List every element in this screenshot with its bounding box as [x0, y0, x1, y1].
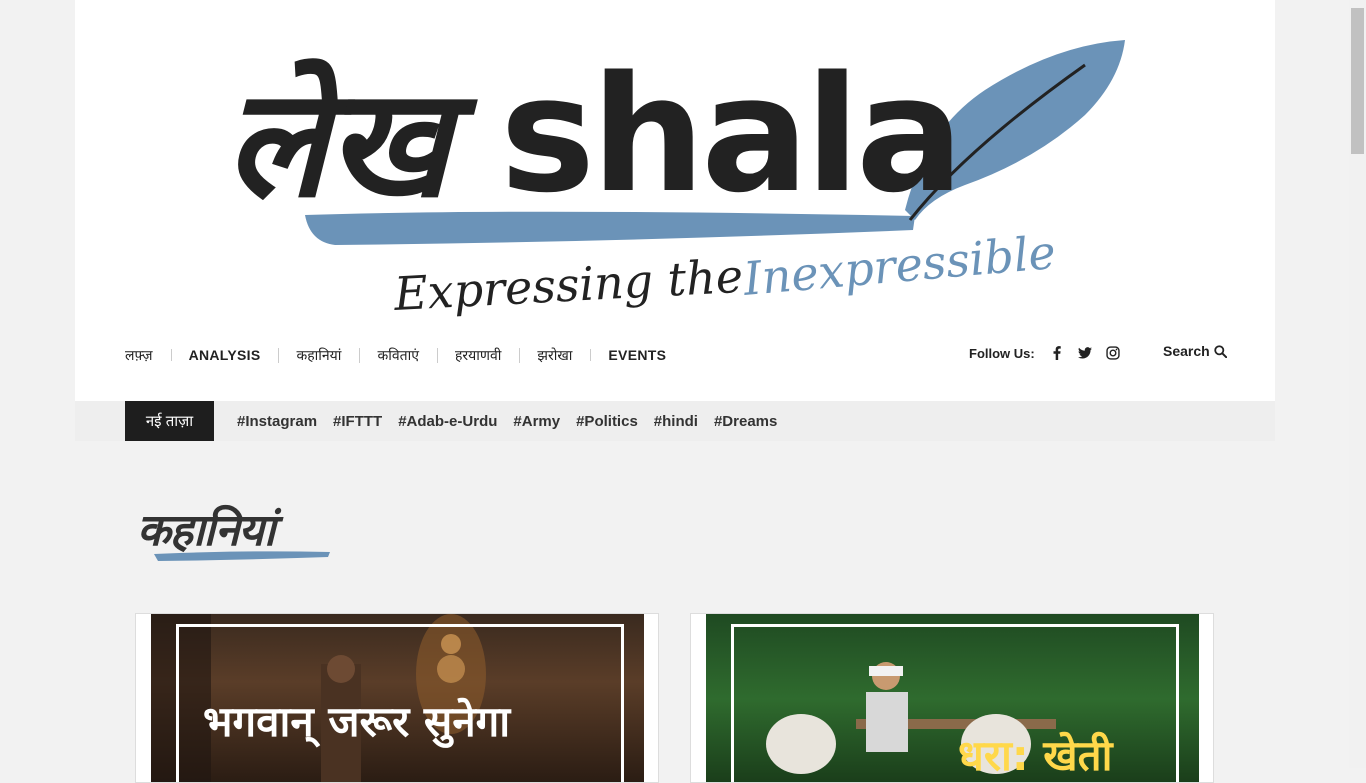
trending-label: नई ताज़ा: [125, 401, 214, 441]
site-logo[interactable]: लेख shala Expressing the Inexpressible: [225, 20, 1135, 330]
svg-text:shala: shala: [500, 41, 960, 228]
tag-link[interactable]: #Dreams: [714, 413, 777, 430]
page-container: लेख shala Expressing the Inexpressible ल…: [75, 0, 1275, 441]
facebook-icon[interactable]: [1047, 343, 1067, 363]
tag-link[interactable]: #hindi: [654, 413, 698, 430]
logo-graphic: लेख shala Expressing the Inexpressible: [225, 40, 1125, 321]
nav-item-haryanvi[interactable]: हरयाणवी: [436, 346, 519, 365]
follow-us: Follow Us:: [969, 343, 1127, 363]
trending-tags: #Instagram #IFTTT #Adab-e-Urdu #Army #Po…: [237, 401, 793, 441]
search-label: Search: [1163, 343, 1210, 359]
tag-link[interactable]: #Instagram: [237, 413, 317, 430]
trending-bar: नई ताज़ा #Instagram #IFTTT #Adab-e-Urdu …: [75, 401, 1275, 441]
svg-text:लेख: लेख: [225, 55, 479, 231]
story-caption: धरा: खेती: [958, 731, 1113, 780]
tag-link[interactable]: #Army: [513, 413, 560, 430]
nav-item-lafz[interactable]: लफ़्ज़: [125, 346, 171, 365]
scrollbar-thumb[interactable]: [1351, 8, 1364, 154]
story-caption: भगवान् जरूर सुनेगा: [203, 697, 511, 746]
nav-item-analysis[interactable]: ANALYSIS: [170, 347, 279, 363]
story-card[interactable]: धरा: खेती: [690, 613, 1214, 783]
svg-text:Inexpressible: Inexpressible: [740, 225, 1057, 306]
story-card[interactable]: भगवान् जरूर सुनेगा: [135, 613, 659, 783]
search-icon: [1214, 344, 1227, 358]
tag-link[interactable]: #Politics: [576, 413, 638, 430]
page-scrollbar[interactable]: [1349, 0, 1366, 768]
story-thumbnail: भगवान् जरूर सुनेगा: [151, 614, 644, 782]
brush-underline: [154, 551, 330, 561]
nav-item-events[interactable]: EVENTS: [590, 347, 684, 363]
svg-text:Expressing the: Expressing the: [392, 249, 744, 321]
section-title: कहानियां: [137, 498, 337, 568]
main-nav: लफ़्ज़ ANALYSIS कहानियां कविताएं हरयाणवी…: [125, 338, 684, 372]
twitter-icon[interactable]: [1075, 343, 1095, 363]
search-button[interactable]: Search: [1163, 343, 1227, 359]
nav-item-jharokha[interactable]: झरोखा: [519, 346, 590, 365]
follow-label: Follow Us:: [969, 345, 1035, 361]
story-thumbnail: धरा: खेती: [706, 614, 1199, 782]
site-header: लेख shala Expressing the Inexpressible ल…: [75, 0, 1275, 401]
instagram-icon[interactable]: [1103, 343, 1123, 363]
nav-item-kahaniyan[interactable]: कहानियां: [278, 346, 359, 365]
tag-link[interactable]: #IFTTT: [333, 413, 382, 430]
nav-item-kavitayen[interactable]: कविताएं: [359, 346, 437, 365]
tag-link[interactable]: #Adab-e-Urdu: [398, 413, 497, 430]
